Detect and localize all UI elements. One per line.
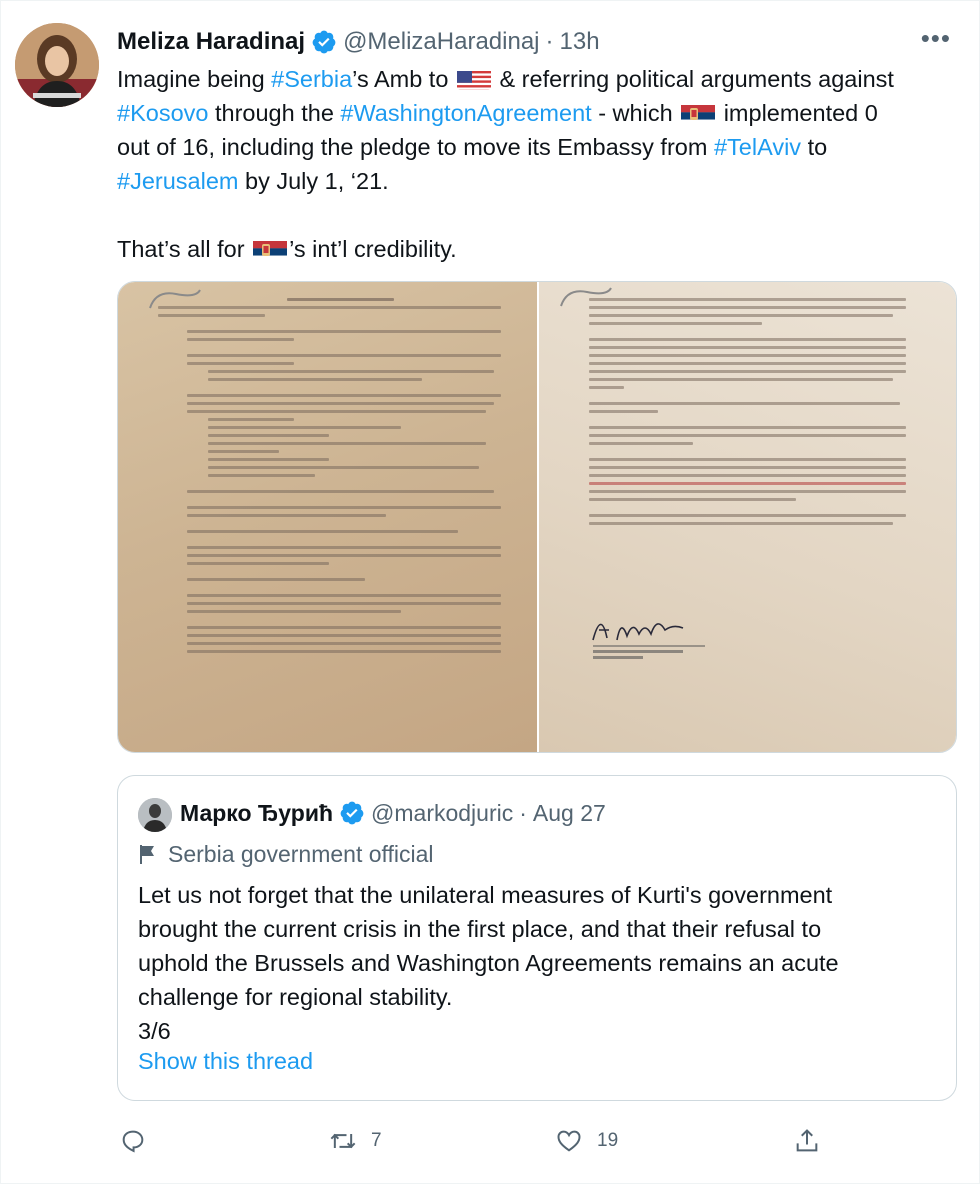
us-flag-icon <box>456 68 491 90</box>
quoted-text-line: brought the current crisis in the first … <box>138 916 822 942</box>
document-text-right <box>589 298 934 752</box>
text-segment: out of 16, including the pledge to move … <box>117 134 714 160</box>
document-photo-right[interactable] <box>539 282 956 752</box>
tweet-actions: 7 19 <box>117 1121 957 1161</box>
serbia-flag-icon <box>253 238 288 260</box>
like-button[interactable]: 19 <box>555 1121 618 1161</box>
share-button[interactable] <box>793 1121 821 1161</box>
hashtag-jerusalem[interactable]: #Jerusalem <box>117 168 238 194</box>
share-icon <box>796 1129 818 1152</box>
text-segment: to <box>801 134 828 160</box>
hashtag-kosovo[interactable]: #Kosovo <box>117 100 208 126</box>
retweet-count: 7 <box>371 1130 382 1151</box>
quoted-author-avatar[interactable] <box>138 798 172 832</box>
text-segment: through the <box>208 100 341 126</box>
document-photo-left[interactable] <box>118 282 537 752</box>
retweet-button[interactable]: 7 <box>329 1121 382 1161</box>
tweet-line: That’s all for ’s int’l credibility. <box>117 232 967 266</box>
author-handle[interactable]: @MelizaHaradinaj <box>343 28 539 56</box>
hashtag-washington-agreement[interactable]: #WashingtonAgreement <box>340 100 591 126</box>
separator-dot: · <box>519 799 527 826</box>
government-label-text: Serbia government official <box>168 840 434 867</box>
quoted-author-handle[interactable]: @markodjuric <box>371 800 513 827</box>
tweet-line: Imagine being #Serbia’s Amb to & referri… <box>117 62 967 96</box>
quoted-text-line: uphold the Brussels and Washington Agree… <box>138 950 839 976</box>
verified-badge-icon <box>340 801 364 825</box>
text-segment: ’s int’l credibility. <box>289 236 457 262</box>
quoted-text-line: Let us not forget that the unilateral me… <box>138 882 833 908</box>
government-flag-icon <box>140 845 154 864</box>
quoted-text-line: challenge for regional stability. <box>138 984 453 1010</box>
tweet-line: #Kosovo through the #WashingtonAgreement… <box>117 96 967 130</box>
like-count: 19 <box>597 1130 619 1151</box>
hashtag-telaviv[interactable]: #TelAviv <box>714 134 801 160</box>
tweet-card[interactable]: Meliza Haradinaj @MelizaHaradinaj · 13h … <box>0 0 980 1184</box>
quoted-author-name[interactable]: Марко Ђурић <box>180 800 333 827</box>
show-thread-link[interactable]: Show this thread <box>138 1048 313 1075</box>
reply-button[interactable] <box>119 1121 147 1161</box>
quoted-text-line: 3/6 <box>138 1018 171 1044</box>
document-text-left <box>158 298 515 752</box>
tweet-media[interactable] <box>117 281 957 753</box>
author-avatar[interactable] <box>15 23 99 107</box>
text-segment: That’s all for <box>117 236 252 262</box>
text-segment: & referring political arguments against <box>492 66 894 92</box>
retweet-icon <box>330 1133 356 1149</box>
tweet-header: Meliza Haradinaj @MelizaHaradinaj · 13h <box>117 25 600 59</box>
text-segment: ’s Amb to <box>352 66 455 92</box>
quoted-tweet-timestamp[interactable]: Aug 27 <box>533 800 606 827</box>
quoted-tweet[interactable]: Марко Ђурић @markodjuric · Aug 27 Serbia… <box>117 775 957 1101</box>
text-segment: by July 1, ‘21. <box>238 168 389 194</box>
text-segment: implemented 0 <box>717 100 878 126</box>
tweet-line: out of 16, including the pledge to move … <box>117 130 967 164</box>
verified-badge-icon <box>312 30 336 54</box>
tweet-line: #Jerusalem by July 1, ‘21. <box>117 164 967 198</box>
tweet-timestamp[interactable]: 13h <box>560 28 600 56</box>
more-icon[interactable]: ••• <box>921 23 951 53</box>
quoted-tweet-text: Let us not forget that the unilateral me… <box>138 878 938 1048</box>
text-segment: Imagine being <box>117 66 272 92</box>
reply-icon <box>122 1130 144 1153</box>
government-label: Serbia government official <box>138 838 434 870</box>
like-icon <box>557 1130 581 1152</box>
hashtag-serbia[interactable]: #Serbia <box>271 66 352 92</box>
tweet-text: Imagine being #Serbia’s Amb to & referri… <box>117 62 967 266</box>
separator-dot: · <box>545 28 554 55</box>
quoted-tweet-header: Марко Ђурић @markodjuric · Aug 27 <box>180 796 606 830</box>
serbia-flag-icon <box>681 102 716 124</box>
text-segment: - which <box>591 100 680 126</box>
author-name[interactable]: Meliza Haradinaj <box>117 28 305 56</box>
signature-image <box>592 623 705 659</box>
